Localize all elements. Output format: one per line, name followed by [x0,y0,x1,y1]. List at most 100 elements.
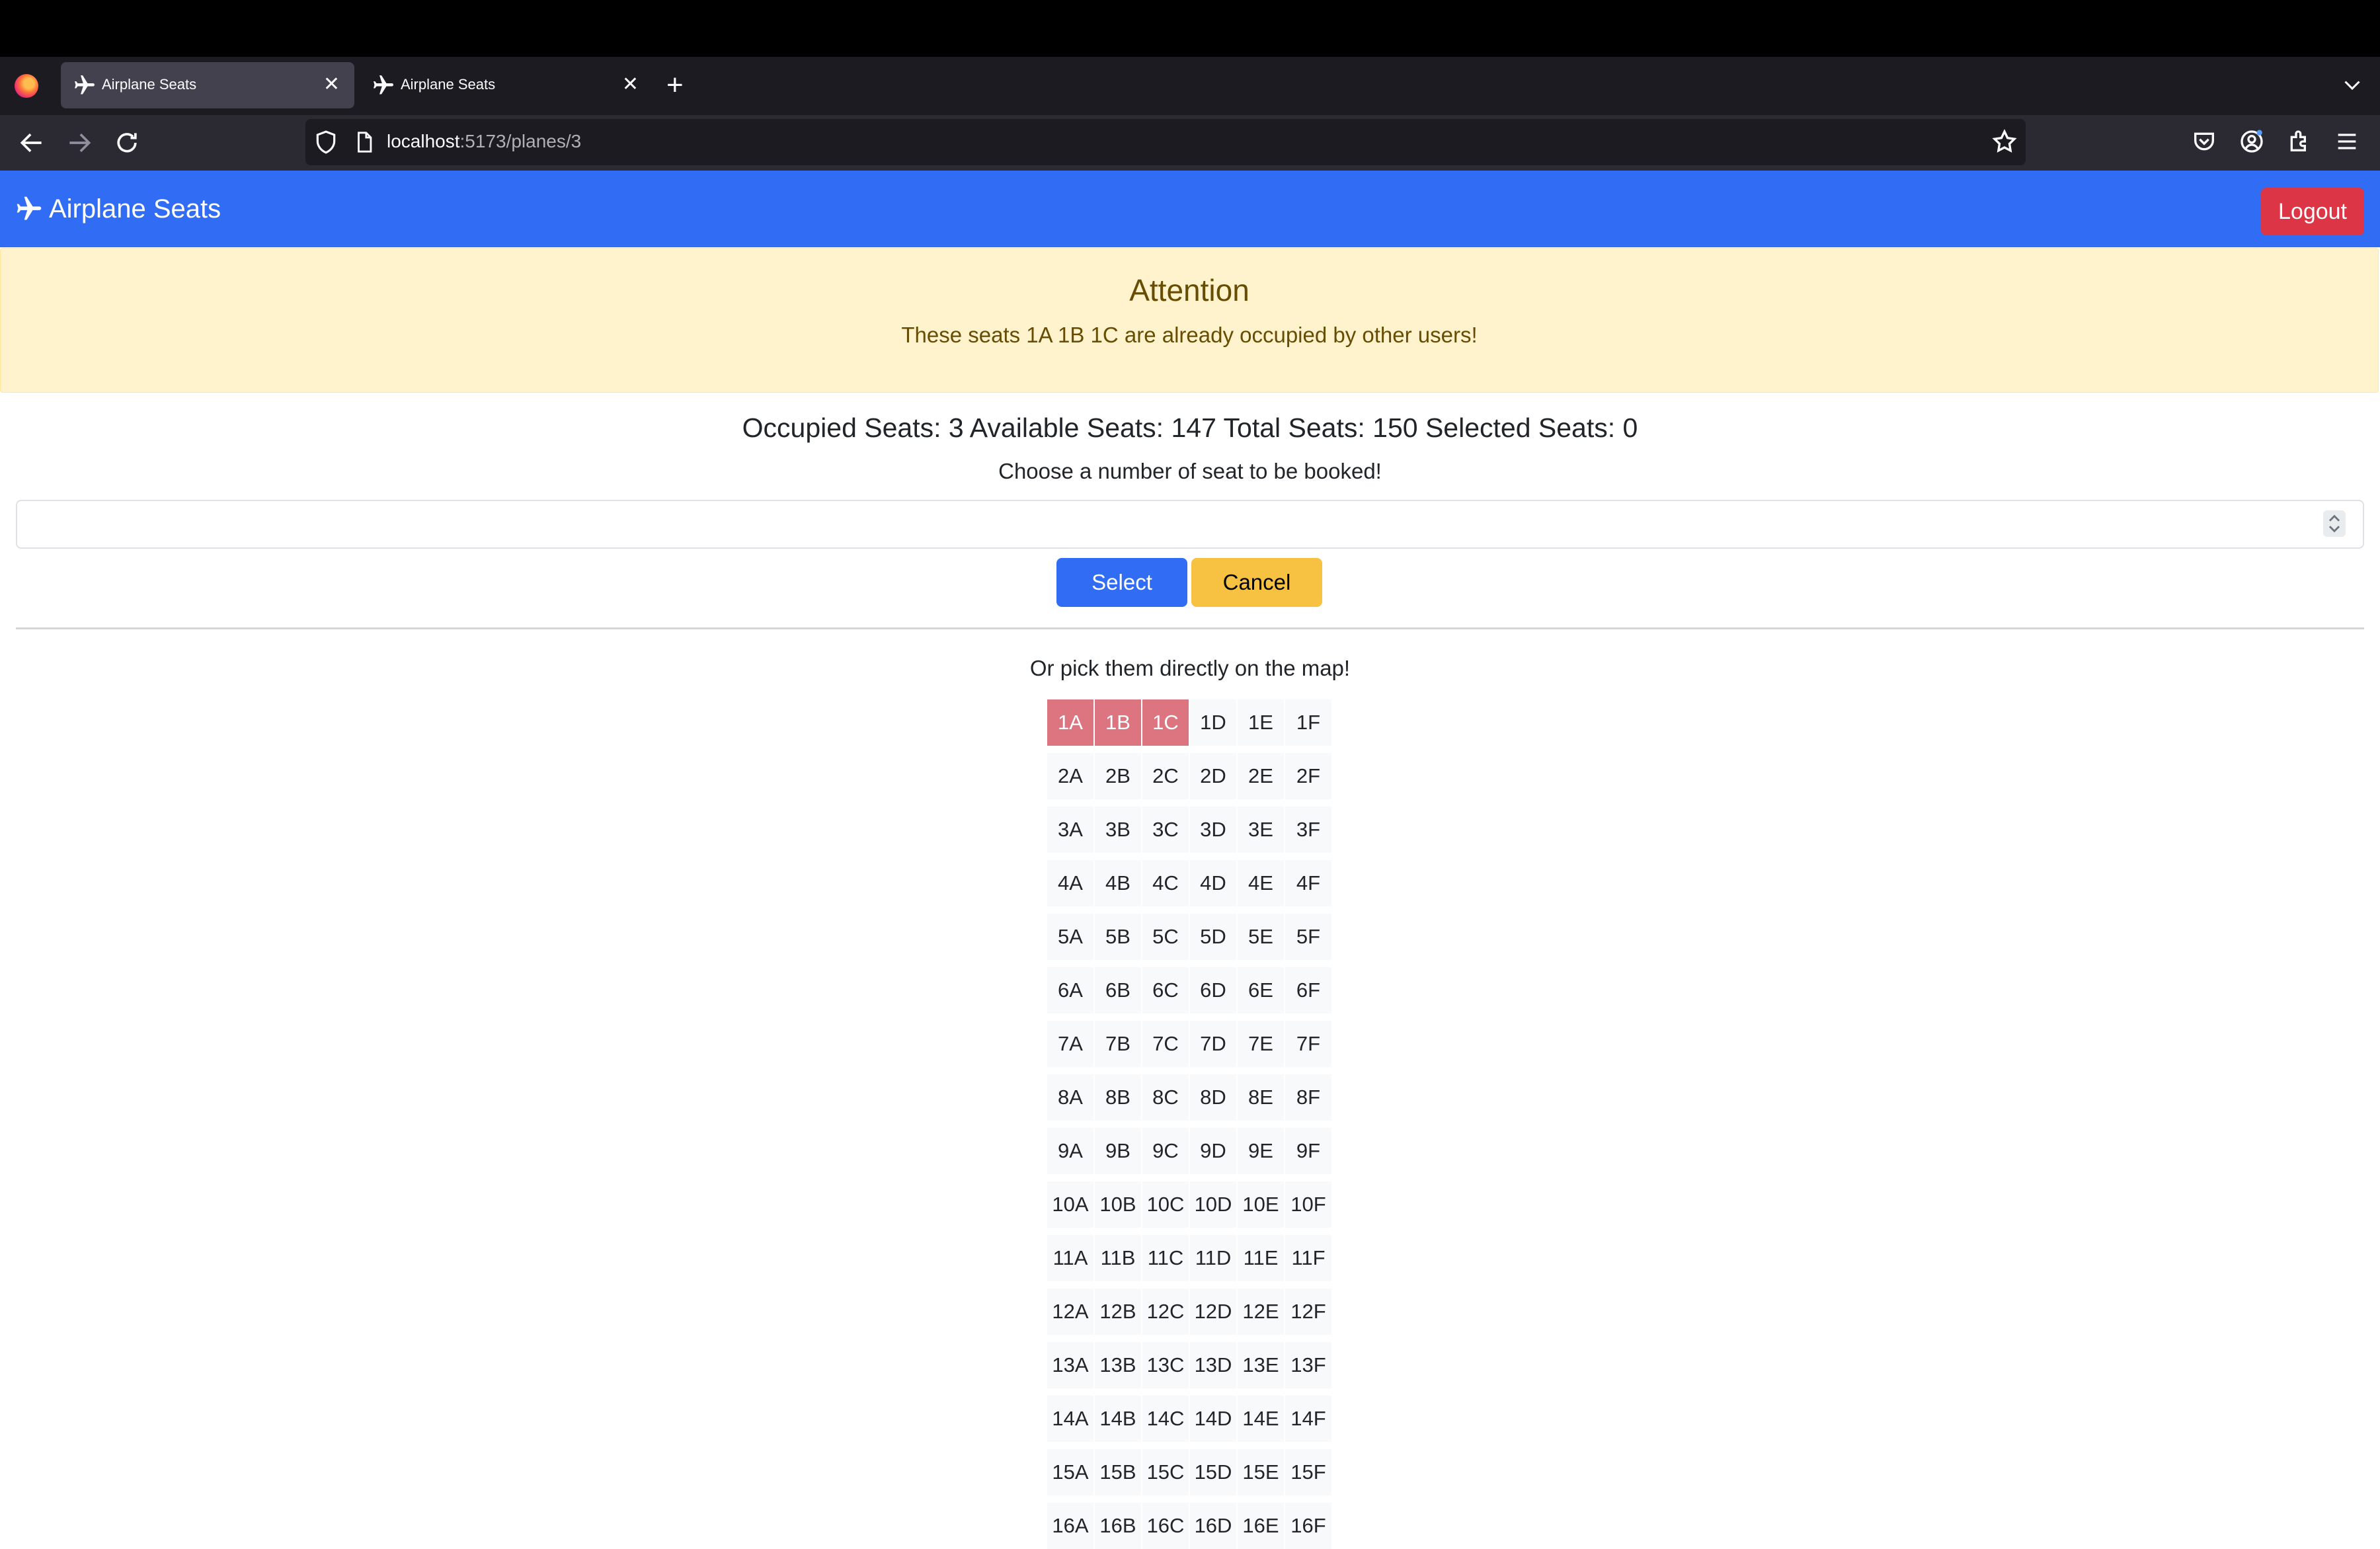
chevron-down-icon[interactable] [2340,73,2364,97]
navbar-brand[interactable]: Airplane Seats [15,190,221,227]
seat-10C[interactable]: 10C [1142,1181,1189,1228]
seat-1C[interactable]: 1C [1142,699,1189,746]
seat-5C[interactable]: 5C [1142,914,1189,960]
extensions-icon[interactable] [2286,128,2313,155]
seat-15A[interactable]: 15A [1047,1449,1093,1495]
star-icon[interactable] [1991,128,2018,155]
seat-15E[interactable]: 15E [1238,1449,1284,1495]
seat-2C[interactable]: 2C [1142,753,1189,799]
seat-13E[interactable]: 13E [1238,1342,1284,1388]
seat-count-input[interactable] [16,500,2364,549]
seat-2D[interactable]: 2D [1190,753,1236,799]
seat-2B[interactable]: 2B [1095,753,1141,799]
seat-7E[interactable]: 7E [1238,1021,1284,1067]
page-icon[interactable] [353,130,376,155]
account-icon[interactable] [2239,128,2265,155]
seat-9F[interactable]: 9F [1285,1128,1331,1174]
seat-16C[interactable]: 16C [1142,1503,1189,1549]
seat-16D[interactable]: 16D [1190,1503,1236,1549]
close-tab-icon[interactable]: ✕ [323,71,340,98]
seat-11A[interactable]: 11A [1047,1235,1093,1281]
seat-8B[interactable]: 8B [1095,1074,1141,1121]
seat-9D[interactable]: 9D [1190,1128,1236,1174]
seat-11B[interactable]: 11B [1095,1235,1141,1281]
seat-9E[interactable]: 9E [1238,1128,1284,1174]
seat-5F[interactable]: 5F [1285,914,1331,960]
seat-10F[interactable]: 10F [1285,1181,1331,1228]
seat-4B[interactable]: 4B [1095,860,1141,906]
seat-5E[interactable]: 5E [1238,914,1284,960]
seat-11E[interactable]: 11E [1238,1235,1284,1281]
firefox-logo-icon[interactable] [15,74,38,98]
seat-5D[interactable]: 5D [1190,914,1236,960]
seat-4D[interactable]: 4D [1190,860,1236,906]
seat-3A[interactable]: 3A [1047,807,1093,853]
seat-5B[interactable]: 5B [1095,914,1141,960]
seat-15F[interactable]: 15F [1285,1449,1331,1495]
seat-15D[interactable]: 15D [1190,1449,1236,1495]
seat-7C[interactable]: 7C [1142,1021,1189,1067]
seat-12C[interactable]: 12C [1142,1289,1189,1335]
seat-13B[interactable]: 13B [1095,1342,1141,1388]
hamburger-menu-icon[interactable] [2334,128,2360,155]
seat-14A[interactable]: 14A [1047,1396,1093,1442]
seat-1F[interactable]: 1F [1285,699,1331,746]
seat-13C[interactable]: 13C [1142,1342,1189,1388]
seat-8C[interactable]: 8C [1142,1074,1189,1121]
seat-14E[interactable]: 14E [1238,1396,1284,1442]
seat-3D[interactable]: 3D [1190,807,1236,853]
seat-8D[interactable]: 8D [1190,1074,1236,1121]
shield-icon[interactable] [313,130,338,155]
seat-1A[interactable]: 1A [1047,699,1093,746]
seat-8A[interactable]: 8A [1047,1074,1093,1121]
seat-9B[interactable]: 9B [1095,1128,1141,1174]
seat-3B[interactable]: 3B [1095,807,1141,853]
new-tab-icon[interactable]: + [666,69,684,102]
seat-7A[interactable]: 7A [1047,1021,1093,1067]
seat-13F[interactable]: 13F [1285,1342,1331,1388]
pocket-icon[interactable] [2191,128,2217,155]
seat-4C[interactable]: 4C [1142,860,1189,906]
browser-tab-1[interactable]: Airplane Seats ✕ [61,62,354,108]
seat-7D[interactable]: 7D [1190,1021,1236,1067]
seat-2E[interactable]: 2E [1238,753,1284,799]
seat-16E[interactable]: 16E [1238,1503,1284,1549]
seat-12F[interactable]: 12F [1285,1289,1331,1335]
seat-2A[interactable]: 2A [1047,753,1093,799]
seat-4E[interactable]: 4E [1238,860,1284,906]
seat-16A[interactable]: 16A [1047,1503,1093,1549]
seat-9A[interactable]: 9A [1047,1128,1093,1174]
seat-6E[interactable]: 6E [1238,967,1284,1013]
seat-7F[interactable]: 7F [1285,1021,1331,1067]
seat-12E[interactable]: 12E [1238,1289,1284,1335]
forward-arrow-icon[interactable] [65,128,94,157]
seat-14B[interactable]: 14B [1095,1396,1141,1442]
seat-14C[interactable]: 14C [1142,1396,1189,1442]
seat-6A[interactable]: 6A [1047,967,1093,1013]
seat-15B[interactable]: 15B [1095,1449,1141,1495]
seat-6F[interactable]: 6F [1285,967,1331,1013]
seat-13D[interactable]: 13D [1190,1342,1236,1388]
seat-4F[interactable]: 4F [1285,860,1331,906]
seat-10B[interactable]: 10B [1095,1181,1141,1228]
close-tab-icon[interactable]: ✕ [622,71,639,98]
seat-11D[interactable]: 11D [1190,1235,1236,1281]
seat-12B[interactable]: 12B [1095,1289,1141,1335]
seat-5A[interactable]: 5A [1047,914,1093,960]
seat-10D[interactable]: 10D [1190,1181,1236,1228]
back-arrow-icon[interactable] [17,128,46,157]
seat-1D[interactable]: 1D [1190,699,1236,746]
reload-icon[interactable] [112,128,141,157]
seat-10A[interactable]: 10A [1047,1181,1093,1228]
seat-7B[interactable]: 7B [1095,1021,1141,1067]
spinner-arrows-icon[interactable] [2323,510,2346,537]
url-text[interactable]: localhost:5173/planes/3 [387,131,581,152]
seat-14D[interactable]: 14D [1190,1396,1236,1442]
seat-10E[interactable]: 10E [1238,1181,1284,1228]
seat-6D[interactable]: 6D [1190,967,1236,1013]
seat-12A[interactable]: 12A [1047,1289,1093,1335]
seat-13A[interactable]: 13A [1047,1342,1093,1388]
seat-8E[interactable]: 8E [1238,1074,1284,1121]
browser-tab-2[interactable]: Airplane Seats ✕ [360,62,653,108]
seat-15C[interactable]: 15C [1142,1449,1189,1495]
